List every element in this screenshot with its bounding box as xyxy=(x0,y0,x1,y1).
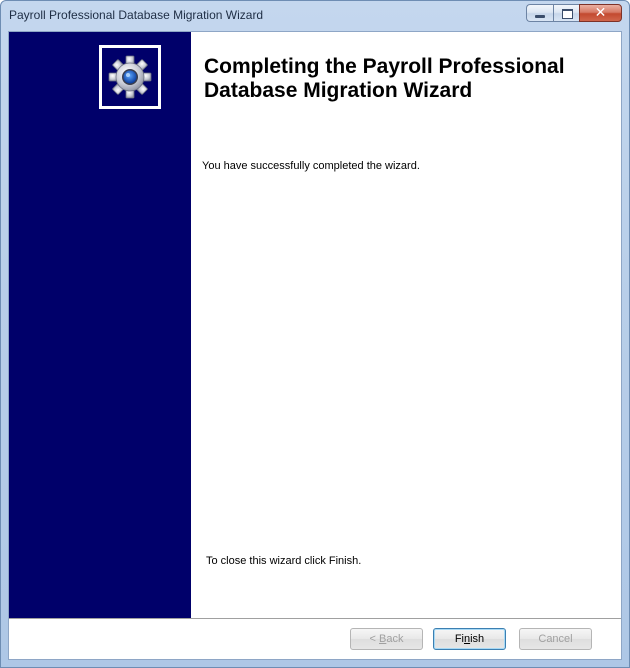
finish-button-prefix: Fi xyxy=(454,633,464,645)
window-title: Payroll Professional Database Migration … xyxy=(9,8,264,22)
back-button-prefix: < xyxy=(369,633,379,645)
back-button[interactable]: < Back xyxy=(350,628,423,650)
wizard-window: Payroll Professional Database Migration … xyxy=(0,0,630,668)
back-button-suffix: ack xyxy=(386,633,404,645)
gear-icon xyxy=(108,55,152,99)
cancel-button[interactable]: Cancel xyxy=(519,628,592,650)
wizard-client-area: Completing the Payroll Professional Data… xyxy=(8,31,622,660)
minimize-button[interactable] xyxy=(526,4,553,22)
close-button[interactable]: ✕ xyxy=(579,4,622,22)
button-bar: < Back Finish Cancel xyxy=(9,618,621,659)
wizard-logo xyxy=(99,45,161,109)
maximize-button[interactable] xyxy=(553,4,579,22)
completion-message: You have successfully completed the wiza… xyxy=(202,160,420,172)
minimize-icon xyxy=(535,15,545,18)
finish-button[interactable]: Finish xyxy=(433,628,506,650)
title-bar[interactable]: Payroll Professional Database Migration … xyxy=(1,1,629,31)
caption-buttons: ✕ xyxy=(526,4,622,23)
wizard-sidebar xyxy=(9,32,191,618)
close-instruction: To close this wizard click Finish. xyxy=(206,555,362,567)
finish-button-suffix: ish xyxy=(470,633,485,645)
maximize-icon xyxy=(562,9,573,19)
wizard-content: Completing the Payroll Professional Data… xyxy=(191,32,621,618)
close-icon: ✕ xyxy=(594,5,607,21)
page-title: Completing the Payroll Professional Data… xyxy=(204,55,565,102)
